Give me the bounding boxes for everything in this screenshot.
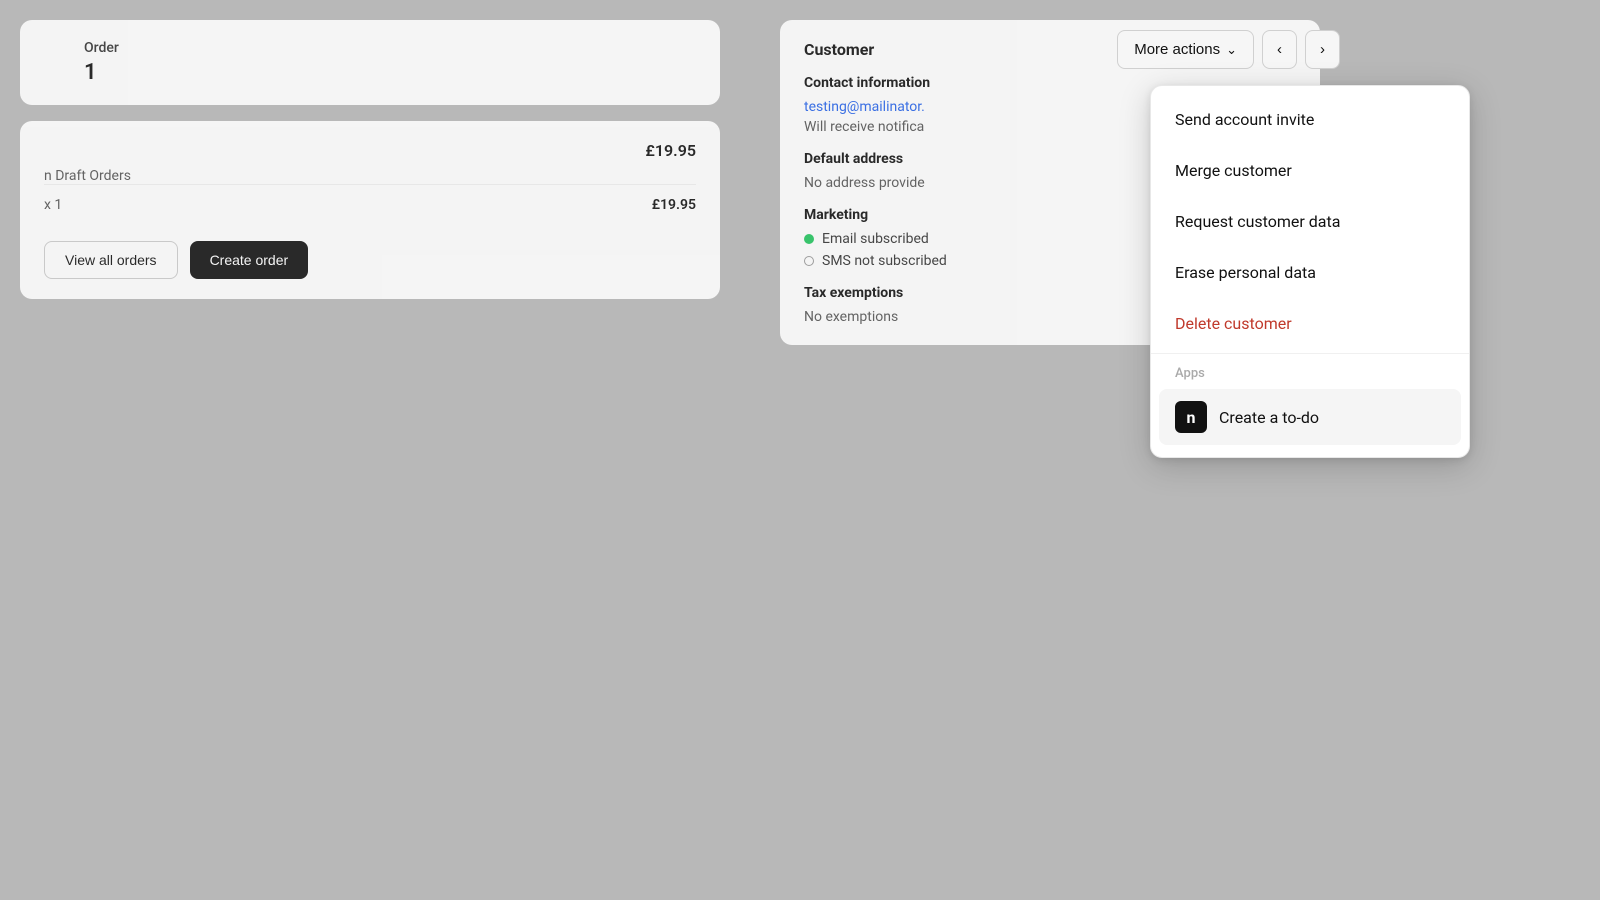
col2-value: 1	[84, 60, 119, 85]
more-actions-button[interactable]: More actions ⌄	[1117, 30, 1254, 69]
line-price: £19.95	[652, 197, 696, 213]
send-account-invite-label: Send account invite	[1175, 110, 1314, 129]
view-all-orders-button[interactable]: View all orders	[44, 241, 178, 279]
order-line: x 1 £19.95	[44, 184, 696, 225]
nav-prev-button[interactable]: ‹	[1262, 30, 1297, 69]
request-customer-data-item[interactable]: Request customer data	[1151, 196, 1469, 247]
order-amount: £19.95	[44, 141, 696, 160]
more-actions-dropdown: Send account invite Merge customer Reque…	[1150, 85, 1470, 458]
app-icon: n	[1175, 401, 1207, 433]
col2-label: Order	[84, 40, 119, 56]
erase-personal-data-label: Erase personal data	[1175, 263, 1316, 282]
dropdown-divider	[1151, 353, 1469, 354]
send-account-invite-item[interactable]: Send account invite	[1151, 94, 1469, 145]
stats-card: Order 1	[20, 20, 720, 105]
nav-next-icon: ›	[1320, 41, 1325, 58]
email-subscribed-icon	[804, 234, 814, 244]
order-card: £19.95 n Draft Orders x 1 £19.95 View al…	[20, 121, 720, 299]
merge-customer-item[interactable]: Merge customer	[1151, 145, 1469, 196]
toolbar: More actions ⌄ ‹ ›	[1117, 30, 1340, 69]
chevron-down-icon: ⌄	[1226, 42, 1237, 58]
create-todo-item[interactable]: n Create a to-do	[1159, 389, 1461, 445]
create-todo-label: Create a to-do	[1219, 408, 1319, 427]
request-customer-data-label: Request customer data	[1175, 212, 1340, 231]
nav-next-button[interactable]: ›	[1305, 30, 1340, 69]
line-qty: x 1	[44, 197, 62, 213]
left-panel: Order 1 £19.95 n Draft Orders x 1 £19.95…	[0, 0, 740, 900]
sms-not-subscribed-label: SMS not subscribed	[822, 253, 947, 269]
apps-section-label: Apps	[1151, 358, 1469, 385]
nav-prev-icon: ‹	[1277, 41, 1282, 58]
sms-not-subscribed-icon	[804, 256, 814, 266]
merge-customer-label: Merge customer	[1175, 161, 1292, 180]
erase-personal-data-item[interactable]: Erase personal data	[1151, 247, 1469, 298]
delete-customer-label: Delete customer	[1175, 314, 1292, 333]
more-actions-label: More actions	[1134, 41, 1220, 58]
draft-label: n Draft Orders	[44, 168, 696, 184]
card-actions: View all orders Create order	[44, 241, 696, 279]
email-subscribed-label: Email subscribed	[822, 231, 929, 247]
delete-customer-item[interactable]: Delete customer	[1151, 298, 1469, 349]
create-order-button[interactable]: Create order	[190, 241, 309, 279]
app-icon-letter: n	[1187, 408, 1196, 427]
col2: Order 1	[84, 40, 119, 85]
